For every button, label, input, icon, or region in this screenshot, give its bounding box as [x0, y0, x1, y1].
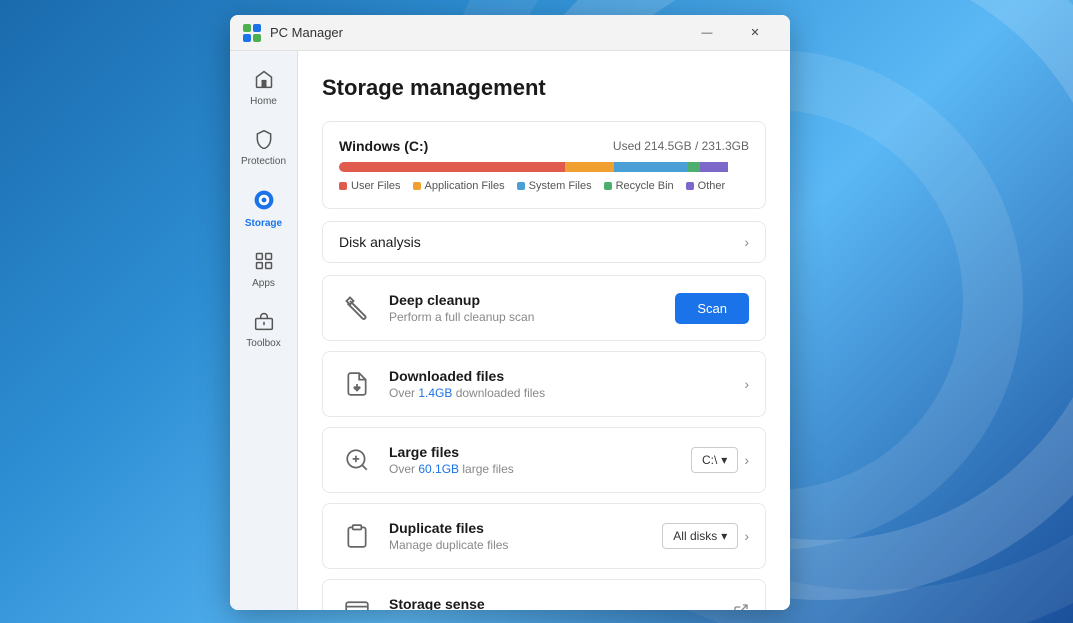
page-title: Storage management	[322, 75, 766, 101]
feature-duplicate-files: Duplicate files Manage duplicate files A…	[322, 503, 766, 569]
bar-user-files	[339, 162, 565, 172]
sidebar-home-label: Home	[250, 96, 277, 107]
content-panel: Storage management Windows (C:) Used 214…	[298, 51, 790, 610]
duplicate-files-subtitle: Manage duplicate files	[389, 538, 648, 552]
storage-card: Windows (C:) Used 214.5GB / 231.3GB User…	[322, 121, 766, 209]
sidebar-apps-label: Apps	[252, 278, 275, 289]
legend-other: Other	[686, 180, 726, 192]
home-icon	[254, 69, 274, 93]
bar-other	[700, 162, 729, 172]
legend-dot-other	[686, 182, 694, 190]
legend-user-files: User Files	[339, 180, 401, 192]
scan-button[interactable]: Scan	[675, 293, 749, 324]
legend-app-files: Application Files	[413, 180, 505, 192]
duplicate-files-action: All disks ▾ ›	[662, 523, 749, 549]
duplicate-files-text: Duplicate files Manage duplicate files	[389, 520, 648, 552]
duplicate-files-title: Duplicate files	[389, 520, 648, 536]
legend-dot-system	[517, 182, 525, 190]
large-files-highlight: 60.1GB	[418, 462, 459, 476]
disk-analysis-label: Disk analysis	[339, 234, 421, 250]
deep-cleanup-text: Deep cleanup Perform a full cleanup scan	[389, 292, 661, 324]
sidebar-storage-label: Storage	[245, 218, 282, 229]
legend-dot-user	[339, 182, 347, 190]
title-bar: PC Manager — ✕	[230, 15, 790, 51]
disk-analysis-chevron: ›	[744, 234, 749, 250]
toolbox-icon	[254, 311, 274, 335]
bar-app-files	[565, 162, 614, 172]
large-files-dropdown[interactable]: C:\ ▾	[691, 447, 738, 473]
bar-recycle-bin	[687, 162, 699, 172]
storage-sense-icon	[339, 594, 375, 610]
duplicate-files-icon	[339, 518, 375, 554]
deep-cleanup-icon	[339, 290, 375, 326]
large-files-subtitle: Over 60.1GB large files	[389, 462, 677, 476]
sidebar-item-home[interactable]: Home	[230, 59, 298, 117]
feature-downloaded-files[interactable]: Downloaded files Over 1.4GB downloaded f…	[322, 351, 766, 417]
storage-icon	[253, 189, 275, 215]
sidebar-item-toolbox[interactable]: Toolbox	[230, 301, 298, 359]
feature-large-files: Large files Over 60.1GB large files C:\ …	[322, 427, 766, 493]
large-files-text: Large files Over 60.1GB large files	[389, 444, 677, 476]
storage-sense-action	[733, 603, 749, 611]
duplicate-files-chevron: ›	[744, 528, 749, 544]
feature-storage-sense: Storage sense Automatically clean up tem…	[322, 579, 766, 610]
downloaded-files-icon	[339, 366, 375, 402]
downloaded-chevron: ›	[744, 376, 749, 392]
sidebar-item-storage[interactable]: Storage	[230, 179, 298, 239]
downloaded-files-action: ›	[744, 376, 749, 392]
feature-deep-cleanup: Deep cleanup Perform a full cleanup scan…	[322, 275, 766, 341]
storage-bar	[339, 162, 749, 172]
sidebar-item-apps[interactable]: Apps	[230, 241, 298, 299]
downloaded-files-title: Downloaded files	[389, 368, 730, 384]
disk-analysis-row[interactable]: Disk analysis ›	[322, 221, 766, 263]
storage-sense-text: Storage sense Automatically clean up tem…	[389, 596, 719, 610]
all-disks-dropdown[interactable]: All disks ▾	[662, 523, 738, 549]
sidebar-protection-label: Protection	[241, 156, 286, 167]
downloaded-files-text: Downloaded files Over 1.4GB downloaded f…	[389, 368, 730, 400]
deep-cleanup-action: Scan	[675, 293, 749, 324]
deep-cleanup-subtitle: Perform a full cleanup scan	[389, 310, 661, 324]
legend-recycle-bin: Recycle Bin	[604, 180, 674, 192]
large-files-chevron: ›	[744, 452, 749, 468]
main-area: Home Protection Storag	[230, 51, 790, 610]
minimize-button[interactable]: —	[684, 15, 730, 51]
downloaded-highlight: 1.4GB	[418, 386, 452, 400]
app-logo	[242, 23, 262, 43]
legend-dot-recycle	[604, 182, 612, 190]
close-button[interactable]: ✕	[732, 15, 778, 51]
large-files-action: C:\ ▾ ›	[691, 447, 749, 473]
sidebar: Home Protection Storag	[230, 51, 298, 610]
storage-legend: User Files Application Files System File…	[339, 180, 749, 192]
legend-system-files: System Files	[517, 180, 592, 192]
downloaded-files-subtitle: Over 1.4GB downloaded files	[389, 386, 730, 400]
usage-text: Used 214.5GB / 231.3GB	[613, 139, 749, 153]
external-link-icon[interactable]	[733, 603, 749, 611]
sidebar-toolbox-label: Toolbox	[246, 338, 280, 349]
window-title: PC Manager	[270, 25, 684, 40]
deep-cleanup-title: Deep cleanup	[389, 292, 661, 308]
storage-sense-title: Storage sense	[389, 596, 719, 610]
sidebar-item-protection[interactable]: Protection	[230, 119, 298, 177]
drive-label: Windows (C:)	[339, 138, 428, 154]
apps-icon	[254, 251, 274, 275]
large-files-icon	[339, 442, 375, 478]
legend-dot-app	[413, 182, 421, 190]
large-files-title: Large files	[389, 444, 677, 460]
bar-system-files	[614, 162, 688, 172]
app-window: PC Manager — ✕ Home	[230, 15, 790, 610]
storage-header: Windows (C:) Used 214.5GB / 231.3GB	[339, 138, 749, 154]
window-controls: — ✕	[684, 15, 778, 51]
shield-icon	[254, 129, 274, 153]
